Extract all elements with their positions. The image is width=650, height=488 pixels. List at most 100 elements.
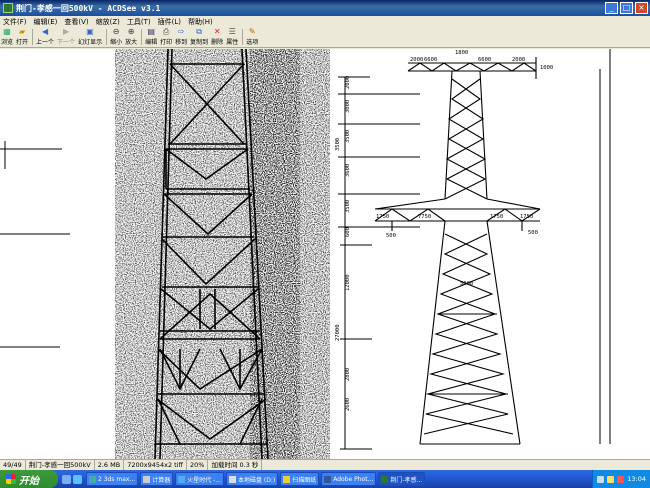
menu-file[interactable]: 文件(F) (3, 17, 27, 27)
dim-mid-500-b: 500 (528, 230, 538, 236)
image-viewer[interactable]: 1800 6600 6600 2000 2000 1000 2000 3000 … (0, 49, 650, 459)
zoom-in-button[interactable]: ⊕ 放大 (125, 27, 137, 47)
dim-top-1000: 1000 (540, 65, 553, 71)
status-file: 荆门-孝感一回500kV (26, 459, 95, 470)
menu-help[interactable]: 帮助(H) (188, 17, 213, 27)
dim-left-3500-a: 3500 (345, 130, 351, 143)
dim-mid-1750-c: 1750 (490, 214, 503, 220)
network-icon[interactable] (597, 475, 605, 483)
menu-zoom[interactable]: 缩放(Z) (96, 17, 120, 27)
prev-icon: ◀ (41, 27, 49, 36)
dim-left-2000: 2000 (345, 76, 351, 89)
task-local-disk[interactable]: 本地磁盘 (D:) (226, 472, 279, 486)
zoom-in-icon: ⊕ (127, 27, 135, 36)
task-photoshop[interactable]: Adobe Phot... (321, 472, 377, 486)
copy-button[interactable]: ⧉ 复制到 (190, 27, 208, 47)
slideshow-button[interactable]: ▣ 幻灯显示 (78, 27, 102, 47)
desktop-icon[interactable] (62, 474, 71, 484)
print-button[interactable]: ⎙ 打印 (160, 27, 172, 47)
menu-view[interactable]: 查看(V) (64, 17, 88, 27)
menu-bar: 文件(F) 编辑(E) 查看(V) 缩放(Z) 工具(T) 插件(L) 帮助(H… (0, 16, 650, 27)
quick-launch (62, 474, 82, 484)
status-index: 49/49 (0, 459, 26, 470)
dim-left-12000: 12000 (345, 274, 351, 291)
ie-icon[interactable] (73, 474, 82, 484)
task-3dsmax[interactable]: 2 3ds max... (86, 472, 139, 486)
task-scan-folder[interactable]: 扫描图纸 (280, 472, 320, 486)
dim-mid-5000: 5000 (460, 281, 473, 287)
system-tray: 13:04 (592, 470, 650, 488)
start-button[interactable]: 开始 (0, 470, 58, 488)
copy-icon: ⧉ (196, 27, 203, 36)
edit-button[interactable]: ▤ 编辑 (145, 27, 157, 47)
toolbar-separator (242, 29, 244, 45)
status-size: 2.6 MB (95, 459, 125, 470)
browse-button[interactable]: ▦ 浏览 (1, 27, 13, 47)
close-button[interactable]: × (635, 2, 648, 14)
dim-left-3000: 3000 (345, 100, 351, 113)
next-button[interactable]: ▶ 下一个 (57, 27, 75, 47)
dim-left-2600: 2600 (345, 398, 351, 411)
dim-top-2000-a: 2000 (410, 57, 423, 63)
windows-logo-icon (6, 474, 16, 484)
options-button[interactable]: ✎ 选项 (246, 27, 258, 47)
acdsee-window: 荆门-孝感一回500kV - ACDSee v3.1 _ □ × 文件(F) 编… (0, 0, 650, 488)
toolbar-separator (106, 29, 108, 45)
3dsmax-icon (89, 475, 96, 483)
delete-icon: ✕ (213, 27, 221, 36)
folder-icon (283, 475, 291, 483)
options-icon: ✎ (248, 27, 256, 36)
status-zoom: 20% (187, 459, 209, 470)
clock[interactable]: 13:04 (627, 475, 646, 483)
task-calculator[interactable]: 计算器 (140, 472, 174, 486)
acdsee-app-icon (3, 3, 13, 13)
dim-mid-500-a: 500 (386, 233, 396, 239)
volume-icon[interactable] (607, 475, 615, 483)
open-button[interactable]: ▰ 打开 (16, 27, 28, 47)
browser-icon (178, 475, 186, 483)
zoom-out-button[interactable]: ⊖ 缩小 (110, 27, 122, 47)
dim-top-1800: 1800 (455, 50, 468, 56)
properties-icon: ☰ (228, 27, 236, 36)
next-icon: ▶ (62, 27, 70, 36)
properties-button[interactable]: ☰ 属性 (226, 27, 238, 47)
move-icon: ⇨ (177, 27, 185, 36)
dim-left-3500-c: 3500 (335, 138, 341, 151)
menu-edit[interactable]: 编辑(E) (34, 17, 58, 27)
prev-button[interactable]: ◀ 上一个 (36, 27, 54, 47)
dim-top-2000-b: 2000 (512, 57, 525, 63)
window-title: 荆门-孝感一回500kV - ACDSee v3.1 (16, 3, 161, 13)
security-icon[interactable] (617, 475, 625, 483)
toolbar-separator (32, 29, 34, 45)
tower-drawing: 1800 6600 6600 2000 2000 1000 2000 3000 … (0, 49, 650, 459)
slideshow-icon: ▣ (86, 27, 94, 36)
browse-icon: ▦ (3, 27, 11, 36)
dim-top-6600-a: 6600 (424, 57, 437, 63)
calculator-icon (143, 475, 151, 483)
taskbar: 开始 2 3ds max... 计算器 火星时代 -... 本地磁盘 (D:) … (0, 470, 650, 488)
dim-top-6600-b: 6600 (478, 57, 491, 63)
menu-plugins[interactable]: 插件(L) (158, 17, 181, 27)
move-button[interactable]: ⇨ 移到 (175, 27, 187, 47)
task-acdsee[interactable]: 荆门-孝感... (378, 472, 426, 486)
dim-left-600: 600 (345, 227, 351, 237)
photoshop-icon (324, 475, 332, 483)
minimize-button[interactable]: _ (605, 2, 618, 14)
menu-tools[interactable]: 工具(T) (127, 17, 151, 27)
dim-mid-7750: 7750 (418, 214, 431, 220)
dim-mid-1750-b: 1750 (520, 214, 533, 220)
delete-button[interactable]: ✕ 删除 (211, 27, 223, 47)
acdsee-icon (381, 475, 389, 483)
dim-mid-1750-a: 1750 (376, 214, 389, 220)
drive-icon (229, 475, 236, 483)
title-bar[interactable]: 荆门-孝感一回500kV - ACDSee v3.1 _ □ × (0, 0, 650, 16)
edit-icon: ▤ (147, 27, 155, 36)
maximize-button[interactable]: □ (620, 2, 633, 14)
task-browser[interactable]: 火星时代 -... (175, 472, 224, 486)
status-load: 加载时间 0.3 秒 (208, 459, 263, 470)
print-icon: ⎙ (162, 27, 170, 36)
dim-left-3500-b: 3500 (345, 200, 351, 213)
toolbar-separator (141, 29, 143, 45)
open-icon: ▰ (18, 27, 26, 36)
dim-left-2800: 2800 (345, 368, 351, 381)
